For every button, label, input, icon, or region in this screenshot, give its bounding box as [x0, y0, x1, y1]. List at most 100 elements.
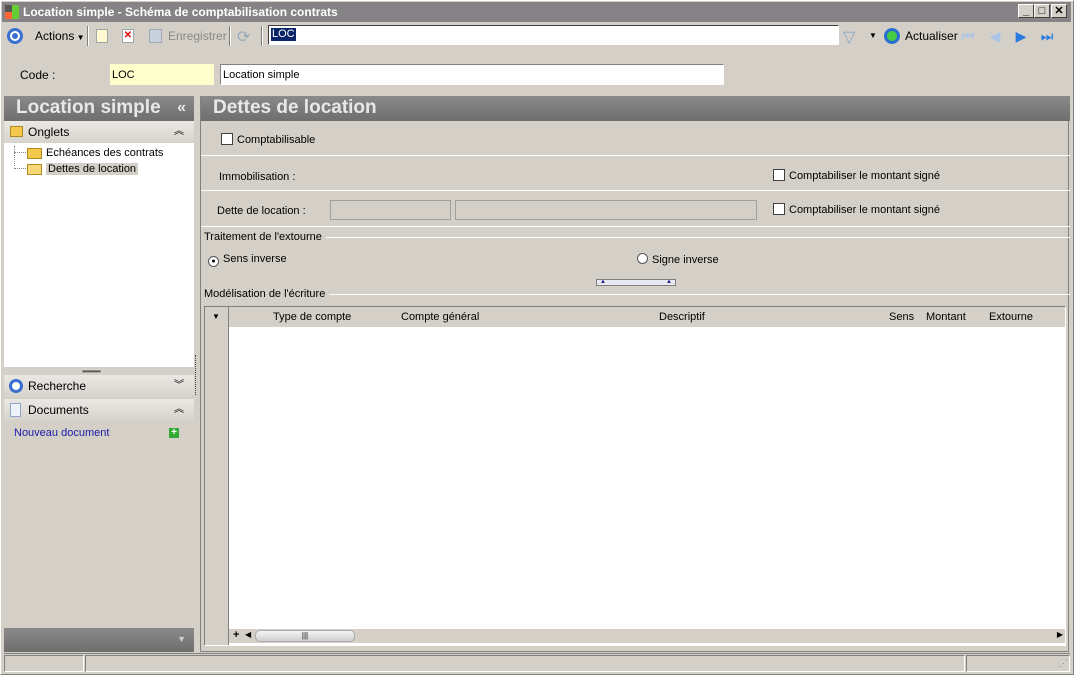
column-header[interactable]: Type de compte — [273, 307, 351, 327]
separator — [261, 26, 263, 46]
dette-account-field[interactable] — [330, 200, 451, 220]
dette-label: Dette de location : — [217, 205, 306, 217]
scroll-left-icon[interactable]: ◀ — [245, 630, 251, 639]
modelisation-group-label: Modélisation de l'écriture — [204, 288, 330, 300]
sync-icon[interactable]: ⟳ — [237, 27, 250, 47]
grid-header: Type de compte Compte général Descriptif… — [229, 307, 1065, 327]
filter-dropdown-icon[interactable]: ▼ — [869, 31, 877, 40]
onglets-section-header[interactable]: Onglets ︽ — [4, 121, 194, 143]
panel-splitter[interactable] — [195, 355, 196, 395]
filter-icon[interactable]: ▽ — [843, 27, 855, 47]
collapse-chevrons-icon[interactable]: ︽ — [174, 121, 184, 143]
search-selection: LOC — [271, 28, 296, 41]
radio-checked[interactable]: ● — [208, 256, 219, 267]
column-header[interactable]: Montant — [926, 307, 966, 327]
recherche-section-header[interactable]: Recherche ︾ — [4, 375, 194, 397]
radio-label: Sens inverse — [223, 253, 287, 265]
documents-section-header[interactable]: Documents ︽ — [4, 399, 194, 421]
scroll-right-icon[interactable]: ▶ — [1057, 630, 1063, 639]
divider — [201, 226, 1070, 227]
status-bar: ⋰ — [4, 653, 1070, 672]
sidebar-header: Location simple « — [4, 96, 194, 121]
footer-dropdown-icon[interactable]: ▼ — [177, 634, 186, 644]
column-header[interactable]: Descriptif — [659, 307, 705, 327]
new-icon[interactable] — [96, 29, 108, 43]
document-icon — [10, 403, 21, 417]
tabs-tree: Echéances des contrats Dettes de locatio… — [4, 143, 194, 367]
actions-label: Actions — [35, 29, 75, 43]
radio-signe-inverse[interactable]: Signe inverse — [637, 253, 719, 266]
add-document-icon[interactable]: + — [169, 428, 179, 438]
collapse-sidebar-button[interactable]: « — [177, 96, 186, 120]
main-header: Dettes de location — [201, 96, 1070, 121]
new-document-link[interactable]: Nouveau document — [14, 427, 109, 439]
tree-item-echeances[interactable]: Echéances des contrats — [4, 145, 163, 161]
entries-grid[interactable]: ▼ Type de compte Compte général Descript… — [204, 306, 1066, 646]
status-pane — [85, 655, 965, 672]
divider — [201, 190, 1070, 191]
dropdown-arrow-icon: ▼ — [74, 33, 85, 42]
menu-circle-icon[interactable] — [7, 28, 23, 44]
maximize-button[interactable]: □ — [1034, 4, 1050, 18]
first-record-icon[interactable]: ⏮ — [960, 28, 976, 44]
separator — [229, 26, 231, 46]
radio-sens-inverse[interactable]: ● Sens inverse — [208, 253, 287, 267]
code-field[interactable] — [110, 64, 214, 85]
signed-amount-label: Comptabiliser le montant signé — [789, 204, 941, 216]
last-record-icon[interactable]: ⏭ — [1039, 28, 1055, 44]
tree-item-label: Dettes de location — [46, 163, 139, 175]
column-header[interactable]: Sens — [889, 307, 914, 327]
refresh-button[interactable]: Actualiser — [905, 26, 958, 46]
close-button[interactable]: ✕ — [1051, 4, 1067, 18]
add-row-icon[interactable]: + — [233, 629, 239, 641]
minimize-button[interactable]: _ — [1018, 4, 1034, 18]
horizontal-scrollbar[interactable]: + ◀ ||| ▶ — [229, 629, 1065, 643]
save-button[interactable]: Enregistrer — [168, 26, 227, 46]
tree-item-dettes[interactable]: Dettes de location — [4, 161, 139, 177]
dette-description-field[interactable] — [455, 200, 757, 220]
app-icon — [5, 5, 19, 19]
recherche-label: Recherche — [28, 379, 87, 393]
main-title: Dettes de location — [213, 97, 377, 118]
title-bar: Location simple - Schéma de comptabilisa… — [2, 2, 1071, 22]
actions-menu[interactable]: Actions ▼ — [35, 26, 85, 46]
search-circle-icon — [9, 379, 23, 393]
group-line — [321, 294, 1070, 295]
column-header[interactable]: Extourne — [989, 307, 1033, 327]
next-record-icon[interactable]: ▶ — [1013, 28, 1029, 44]
main-panel: Dettes de location Comptabilisable Immob… — [200, 96, 1070, 652]
tree-item-label: Echéances des contrats — [46, 147, 164, 159]
status-pane — [4, 655, 84, 672]
delete-icon[interactable]: ✕ — [122, 29, 134, 43]
comptabilisable-label: Comptabilisable — [237, 134, 316, 146]
radio-unchecked[interactable] — [637, 253, 648, 264]
row-header-column: ▼ — [205, 307, 229, 645]
expand-chevrons-icon[interactable]: ︾ — [174, 375, 184, 397]
comptabilisable-checkbox[interactable]: Comptabilisable — [221, 133, 315, 146]
refresh-icon[interactable] — [884, 28, 900, 44]
sidebar-footer: ▼ — [4, 628, 194, 652]
signed-amount-label: Comptabiliser le montant signé — [789, 170, 941, 182]
collapse-chevrons-icon[interactable]: ︽ — [174, 399, 184, 421]
checkbox[interactable] — [773, 203, 785, 215]
checkbox[interactable] — [221, 133, 233, 145]
sidebar-title: Location simple — [16, 97, 161, 118]
scroll-thumb[interactable]: ||| — [255, 630, 355, 642]
code-label: Code : — [20, 68, 56, 82]
separator — [87, 26, 89, 46]
section-splitter[interactable]: ▲ ▲ — [596, 279, 676, 286]
open-folder-icon — [27, 164, 42, 175]
search-input[interactable] — [268, 25, 839, 45]
onglets-label: Onglets — [28, 125, 70, 139]
status-pane — [966, 655, 1070, 672]
name-field[interactable] — [220, 64, 724, 85]
dette-signed-checkbox[interactable]: Comptabiliser le montant signé — [773, 203, 940, 216]
immobilisation-label: Immobilisation : — [219, 171, 296, 183]
checkbox[interactable] — [773, 169, 785, 181]
extourne-group-label: Traitement de l'extourne — [204, 231, 326, 243]
grid-menu-icon[interactable]: ▼ — [212, 312, 220, 321]
immobilisation-signed-checkbox[interactable]: Comptabiliser le montant signé — [773, 169, 940, 182]
resize-grip-icon[interactable]: ⋰ — [1059, 658, 1068, 669]
column-header[interactable]: Compte général — [401, 307, 479, 327]
previous-record-icon[interactable]: ◀ — [987, 28, 1003, 44]
